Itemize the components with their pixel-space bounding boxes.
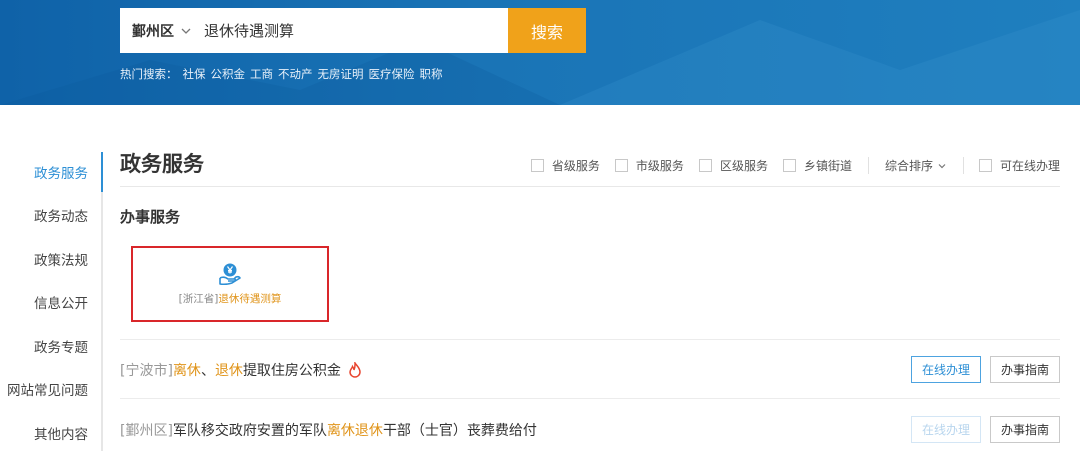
nav-item-faq[interactable]: 网站常见问题 [0, 368, 103, 412]
nav-item-policies-regulations[interactable]: 政策法规 [0, 237, 103, 281]
fire-icon [349, 362, 361, 378]
online-handle-button[interactable]: 在线办理 [911, 356, 981, 383]
row-text-part: 干部（士官）丧葬费给付 [382, 423, 537, 439]
service-row: [鄞州区] 军队移交政府安置的军队 离休退休 干部（士官）丧葬费给付 在线办理 办事指… [120, 416, 1060, 444]
hot-search-bar: 热门搜索： 社保 公积金 工商 不动产 无房证明 医疗保险 职称 [120, 66, 443, 82]
hot-search-link[interactable]: 工商 [250, 66, 273, 82]
filter-label: 市级服务 [635, 159, 684, 173]
header-banner: 鄞州区 搜索 热门搜索： 社保 公积金 工商 不动产 无房证明 医疗保险 职称 [0, 0, 1080, 105]
filter-township[interactable]: 乡镇街道 [782, 157, 852, 174]
nav-item-special-topics[interactable]: 政务专题 [0, 324, 103, 368]
row-highlight: 离休 [172, 363, 201, 379]
row-divider [120, 398, 1060, 399]
filter-label: 省级服务 [551, 159, 600, 173]
filter-label: 可在线办理 [999, 159, 1060, 173]
service-card-label: [浙江省]退休待遇测算 [179, 291, 282, 306]
service-guide-button[interactable]: 办事指南 [990, 356, 1060, 383]
sort-dropdown[interactable]: 综合排序 [885, 157, 947, 174]
row-divider [120, 339, 1060, 340]
checkbox-icon [978, 159, 992, 172]
nav-item-other-content[interactable]: 其他内容 [0, 411, 103, 455]
left-nav: 政务服务 政务动态 政策法规 信息公开 政务专题 网站常见问题 其他内容 [0, 150, 103, 455]
hot-search-link[interactable]: 公积金 [211, 66, 246, 82]
card-province: [浙江省] [178, 292, 219, 305]
hot-search-link[interactable]: 医疗保险 [369, 66, 415, 82]
nav-item-government-services[interactable]: 政务服务 [0, 150, 103, 194]
search-button[interactable]: 搜索 [508, 8, 586, 53]
row-location: [鄞州区] [120, 423, 173, 439]
checkbox-icon [782, 159, 796, 172]
title-divider [120, 186, 1060, 187]
filter-provincial[interactable]: 省级服务 [530, 157, 600, 174]
row-highlight: 离休退休 [326, 423, 383, 439]
row-actions: 在线办理 办事指南 [911, 416, 1060, 443]
row-highlight: 退休 [214, 363, 243, 379]
nav-item-government-news[interactable]: 政务动态 [0, 194, 103, 238]
filter-district[interactable]: 区级服务 [698, 157, 768, 174]
sort-label: 综合排序 [884, 159, 933, 173]
row-text-part: 军队移交政府安置的军队 [172, 423, 327, 439]
filter-bar: 省级服务 市级服务 区级服务 乡镇街道 综合排序 可在线办理 [530, 157, 1060, 174]
filter-label: 乡镇街道 [803, 159, 852, 173]
filter-separator [962, 157, 964, 174]
card-service-name: 退休待遇测算 [218, 292, 282, 305]
hot-search-link[interactable]: 不动产 [278, 66, 313, 82]
filter-label: 区级服务 [719, 159, 768, 173]
service-row-title[interactable]: [宁波市] 离休、退休 提取住房公积金 [120, 360, 362, 380]
page-title: 政务服务 [120, 152, 204, 176]
checkbox-icon [698, 159, 712, 172]
checkbox-icon [530, 159, 544, 172]
row-actions: 在线办理 办事指南 [911, 356, 1060, 383]
service-guide-button[interactable]: 办事指南 [990, 416, 1060, 443]
checkbox-icon [614, 159, 628, 172]
service-row: [宁波市] 离休、退休 提取住房公积金 在线办理 办事指南 [120, 356, 1060, 384]
service-row-title[interactable]: [鄞州区] 军队移交政府安置的军队 离休退休 干部（士官）丧葬费给付 [120, 420, 537, 440]
filter-online-available[interactable]: 可在线办理 [978, 157, 1060, 174]
chevron-down-icon [181, 28, 191, 34]
nav-item-information-disclosure[interactable]: 信息公开 [0, 281, 103, 325]
online-handle-button[interactable]: 在线办理 [911, 416, 981, 443]
search-input[interactable] [204, 21, 494, 40]
yuan-hand-icon [219, 263, 241, 285]
row-location: [宁波市] [120, 363, 173, 379]
chevron-down-icon [938, 163, 946, 168]
hot-search-link[interactable]: 职称 [420, 66, 443, 82]
filter-separator [867, 157, 869, 174]
row-text-part: 、 [200, 363, 215, 379]
section-title: 办事服务 [120, 208, 181, 226]
region-select[interactable]: 鄞州区 [120, 21, 204, 41]
search-box: 鄞州区 [120, 8, 508, 53]
hot-search-link[interactable]: 社保 [183, 66, 206, 82]
service-card[interactable]: [浙江省]退休待遇测算 [131, 246, 329, 322]
hot-search-link[interactable]: 无房证明 [318, 66, 364, 82]
filter-municipal[interactable]: 市级服务 [614, 157, 684, 174]
region-label: 鄞州区 [132, 23, 174, 40]
hot-search-label: 热门搜索： [120, 67, 178, 81]
row-text-part: 提取住房公积金 [242, 363, 341, 379]
